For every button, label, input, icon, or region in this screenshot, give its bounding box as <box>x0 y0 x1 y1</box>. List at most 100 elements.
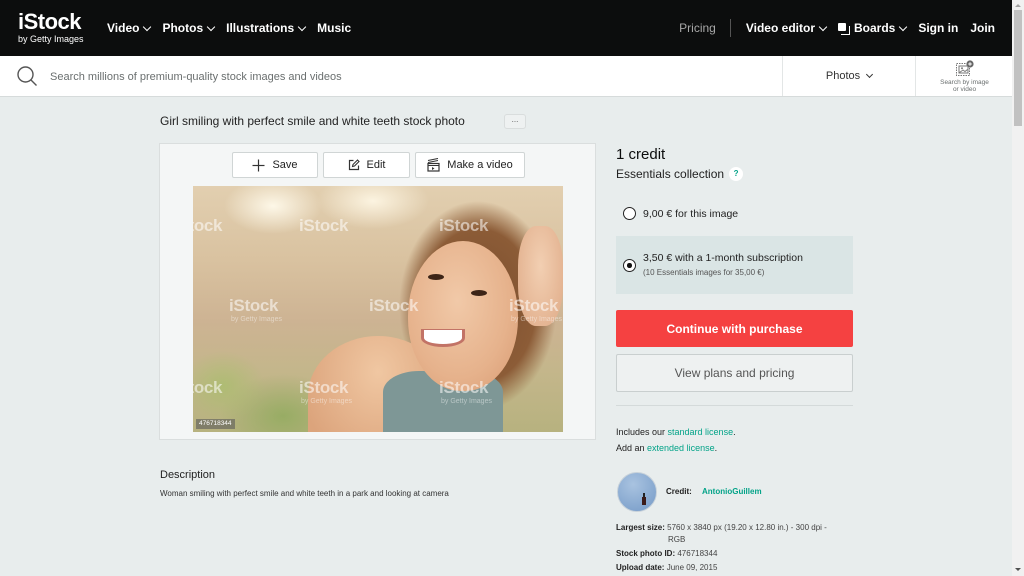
continue-purchase-button[interactable]: Continue with purchase <box>616 310 853 347</box>
main-nav: Video Photos Illustrations Music <box>107 0 363 56</box>
option-sublabel: (10 Essentials images for 35,00 €) <box>643 268 765 277</box>
logo-subtitle: by Getty Images <box>18 34 84 44</box>
save-button[interactable]: Save <box>232 152 318 178</box>
watermark-sub: by Getty Images <box>231 316 282 323</box>
watermark: iStock <box>193 378 223 397</box>
watermark: iStock <box>299 378 349 397</box>
chevron-down-icon <box>899 22 908 31</box>
nav-item-label: Music <box>317 21 352 35</box>
nav-item-label: Boards <box>853 21 896 35</box>
help-icon[interactable]: ? <box>729 167 744 181</box>
watermark: iStock <box>439 378 489 397</box>
nav-item-photos[interactable]: Photos <box>162 21 216 35</box>
contributor-avatar[interactable] <box>617 472 657 512</box>
credit-count: 1 credit <box>616 146 666 163</box>
boards-icon <box>837 22 850 35</box>
watermark: iStock <box>509 296 559 315</box>
edit-icon <box>348 159 360 171</box>
search-by-image-label: Search by image or video <box>940 79 989 93</box>
watermark-sub: by Getty Images <box>511 316 562 323</box>
clapperboard-icon <box>427 158 440 172</box>
edit-label: Edit <box>366 159 386 171</box>
scroll-up-arrow-icon[interactable] <box>1015 4 1021 7</box>
nav-item-video-editor[interactable]: Video editor <box>745 21 828 35</box>
stock-photo[interactable]: iStock iStock iStock iStock iStock iStoc… <box>193 186 563 432</box>
image-search-icon <box>955 59 974 76</box>
contributor-link[interactable]: AntonioGuillem <box>702 487 762 496</box>
chevron-down-icon <box>866 70 874 79</box>
search-by-image-button[interactable]: Search by image or video <box>917 56 1012 96</box>
nav-item-label: Illustrations <box>226 21 295 35</box>
extended-license-line: Add an extended license. <box>616 443 717 453</box>
photo-smile <box>421 329 465 347</box>
option-label: 3,50 € with a 1-month subscription <box>643 252 803 264</box>
watermark: iStock <box>369 296 419 315</box>
watermark: iStock <box>193 216 223 235</box>
option-label: 9,00 € for this image <box>643 208 739 220</box>
nav-item-music[interactable]: Music <box>317 21 351 35</box>
nav-item-illustrations[interactable]: Illustrations <box>226 21 307 35</box>
search-bar: Photos Search by image or video <box>0 56 1012 97</box>
nav-item-boards[interactable]: Boards <box>837 21 908 35</box>
nav-divider <box>729 19 731 37</box>
save-label: Save <box>272 159 298 171</box>
price-option-subscription[interactable]: 3,50 € with a 1-month subscription (10 E… <box>616 236 853 294</box>
watermark-sub: by Getty Images <box>301 398 352 405</box>
scrollbar-thumb[interactable] <box>1014 10 1022 126</box>
meta-value: 5760 x 3840 px (19.20 x 12.80 in.) - 300… <box>667 523 827 532</box>
sbi-line1: Search by image <box>940 78 989 86</box>
search-icon[interactable] <box>16 65 38 87</box>
scroll-down-arrow-icon[interactable] <box>1015 568 1021 571</box>
collection-name: Essentials collection <box>616 167 725 181</box>
standard-license-link[interactable]: standard license <box>668 427 734 437</box>
edit-button[interactable]: Edit <box>323 152 410 178</box>
logo-text: iStock <box>18 9 82 34</box>
photo-eye-left <box>428 274 444 280</box>
license-text: Includes our <box>616 427 668 437</box>
avatar-figure-body <box>642 497 646 505</box>
meta-label: Upload date: <box>616 563 665 572</box>
license-text: Add an <box>616 443 648 453</box>
stock-id-row: Stock photo ID: 476718344 <box>616 549 717 558</box>
credit-label: Credit: <box>666 487 692 496</box>
more-options-button[interactable]: ... <box>504 114 526 129</box>
view-plans-button[interactable]: View plans and pricing <box>616 354 853 392</box>
watermark: iStock <box>299 216 349 235</box>
price-option-single[interactable]: 9,00 € for this image <box>616 198 853 230</box>
nav-pricing-link[interactable]: Pricing <box>679 21 716 35</box>
make-video-button[interactable]: Make a video <box>415 152 525 178</box>
chevron-down-icon <box>206 22 216 31</box>
sbi-line2: or video <box>952 85 977 93</box>
search-type-dropdown[interactable]: Photos <box>782 56 916 96</box>
chevron-down-icon <box>143 22 152 31</box>
nav-item-label: Video editor <box>745 21 815 35</box>
photo-id-tag: 476718344 <box>196 419 235 429</box>
description-heading: Description <box>160 469 216 481</box>
watermark: iStock <box>229 296 279 315</box>
nav-right: Pricing Video editor Boards Sign in Join <box>679 0 995 56</box>
page-title: Girl smiling with perfect smile and whit… <box>160 114 465 128</box>
image-panel: Save Edit Make a video ock iStock iStock… <box>159 143 596 440</box>
collection-label: Essentials collection ? <box>616 167 744 181</box>
photo-face-shape <box>408 241 518 391</box>
watermark: iStock <box>439 216 489 235</box>
sign-in-link[interactable]: Sign in <box>918 21 958 35</box>
photo-eye-right <box>471 290 487 296</box>
radio-button[interactable] <box>623 207 636 220</box>
join-link[interactable]: Join <box>970 21 995 35</box>
meta-value: RGB <box>668 535 686 544</box>
credit-line: Credit: AntonioGuillem <box>666 487 762 496</box>
license-text: . <box>733 427 736 437</box>
nav-item-label: Photos <box>162 21 204 35</box>
search-input[interactable] <box>50 66 750 88</box>
istock-logo[interactable]: iStock by Getty Images <box>18 10 98 48</box>
meta-label: Stock photo ID: <box>616 549 676 558</box>
nav-item-label: Video <box>107 21 140 35</box>
radio-button-selected[interactable] <box>623 259 636 272</box>
nav-item-video[interactable]: Video <box>107 21 152 35</box>
upload-date-row: Upload date: June 09, 2015 <box>616 563 717 572</box>
description-text: Woman smiling with perfect smile and whi… <box>160 489 449 498</box>
plus-icon <box>252 159 265 171</box>
page-scrollbar[interactable] <box>1012 0 1024 576</box>
extended-license-link[interactable]: extended license <box>647 443 715 453</box>
